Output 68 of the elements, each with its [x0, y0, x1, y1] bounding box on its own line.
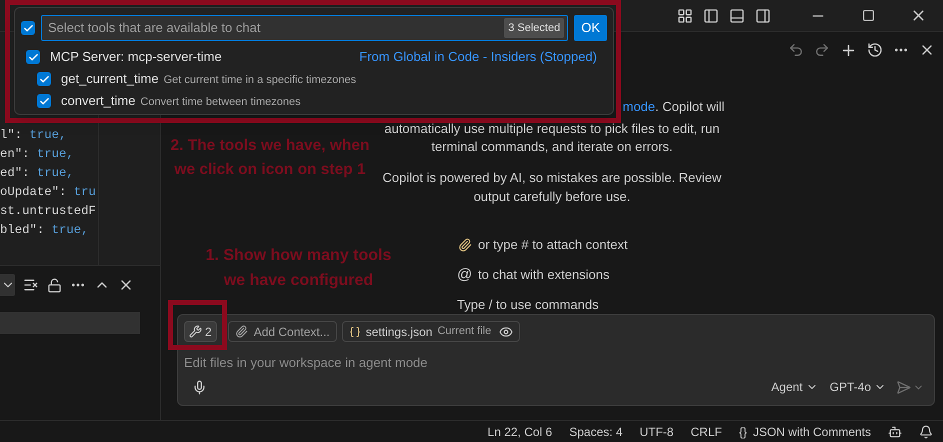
model-dropdown[interactable]: GPT-4o — [830, 378, 886, 396]
microphone-icon[interactable] — [192, 380, 207, 394]
code-line: st.untrustedF — [0, 203, 96, 220]
tool-name[interactable]: convert_time — [61, 91, 136, 111]
redo-icon[interactable] — [814, 42, 830, 58]
tools-button[interactable]: 2 — [184, 321, 217, 342]
bell-icon[interactable] — [919, 424, 933, 438]
ok-button[interactable]: OK — [574, 15, 607, 41]
server-checkbox[interactable] — [26, 50, 40, 64]
selected-count-badge: 3 Selected — [504, 18, 564, 38]
tool-checkbox[interactable] — [37, 94, 51, 108]
tool-checkbox[interactable] — [37, 72, 51, 86]
server-label[interactable]: MCP Server: mcp-server-time — [50, 47, 222, 67]
tool-description: Convert time between timezones — [140, 95, 301, 110]
status-item[interactable]: UTF-8 — [640, 422, 674, 440]
select-all-checkbox[interactable] — [21, 21, 35, 35]
checkmark-icon — [28, 52, 38, 62]
chat-input-field[interactable]: Edit files in your workspace in agent mode — [184, 352, 928, 372]
unlock-icon[interactable] — [47, 278, 62, 292]
annotation-text: 2. The tools we have, when we click on icon on step 1 — [170, 136, 370, 180]
tool-search-input[interactable]: Select tools that are available to chat — [48, 18, 504, 38]
file-note: Current file — [437, 324, 492, 340]
code-line: l": true, — [0, 127, 66, 144]
robot-icon[interactable] — [888, 424, 902, 438]
status-item[interactable]: Spaces: 4 — [569, 422, 623, 440]
layout-grid-icon[interactable] — [677, 8, 693, 24]
code-line: bled": true, — [0, 222, 89, 239]
tool-search-field[interactable]: Select tools that are available to chat 3 Selected — [41, 15, 568, 41]
braces-icon — [348, 326, 361, 338]
panel-right-icon[interactable] — [755, 8, 771, 24]
dropdown-caret-icon[interactable] — [0, 274, 15, 296]
checkmark-icon — [22, 22, 34, 34]
at-sign: @ — [457, 264, 472, 285]
checkmark-icon — [38, 74, 50, 84]
annotation-frame — [168, 300, 227, 350]
history-icon[interactable] — [867, 42, 883, 58]
code-line: ed": true, — [0, 165, 74, 182]
mode-link[interactable]: mode — [622, 99, 656, 114]
eye-icon[interactable] — [499, 324, 514, 338]
server-source: From Global in Code - Insiders (Stopped) — [359, 48, 597, 66]
send-icon[interactable] — [896, 380, 924, 394]
intro-text: mode. Copilot will — [622, 98, 724, 116]
file-chip[interactable]: settings.json Current file — [342, 321, 520, 342]
status-item[interactable]: {} JSON with Comments — [738, 422, 871, 440]
mode-dropdown[interactable]: Agent — [771, 378, 818, 396]
status-item[interactable]: CRLF — [690, 422, 722, 440]
file-name: settings.json — [366, 324, 432, 340]
tool-name[interactable]: get_current_time — [61, 69, 159, 89]
panel-left-icon[interactable] — [703, 8, 719, 24]
hint-text: Type / to use commands — [457, 296, 599, 314]
tool-description: Get current time in a specific timezones — [164, 73, 356, 88]
wrench-icon — [189, 325, 202, 338]
hint-text: to chat with extensions — [478, 266, 610, 284]
code-line: en": true, — [0, 146, 74, 163]
intro-text: automatically use multiple requests to pick files to edit, run terminal commands, and iterate on errors. — [383, 120, 721, 156]
panel-bottom-icon[interactable] — [729, 8, 745, 24]
annotation-text: 1. Show how many tools we have configured — [204, 246, 392, 291]
clear-list-icon[interactable] — [23, 277, 39, 293]
status-item[interactable]: Ln 22, Col 6 — [488, 422, 552, 440]
add-context-button[interactable]: Add Context... — [228, 321, 337, 342]
paperclip-icon — [234, 325, 248, 338]
disclaimer-text: Copilot is powered by AI, so mistakes are possible. Review output carefully before use. — [382, 169, 722, 206]
undo-icon[interactable] — [788, 42, 804, 58]
code-line: oUpdate": tru — [0, 184, 96, 201]
hint-text: or type # to attach context — [478, 236, 628, 254]
checkmark-icon — [38, 96, 50, 106]
paperclip-icon — [457, 238, 472, 252]
panel-input-field[interactable] — [0, 312, 140, 334]
